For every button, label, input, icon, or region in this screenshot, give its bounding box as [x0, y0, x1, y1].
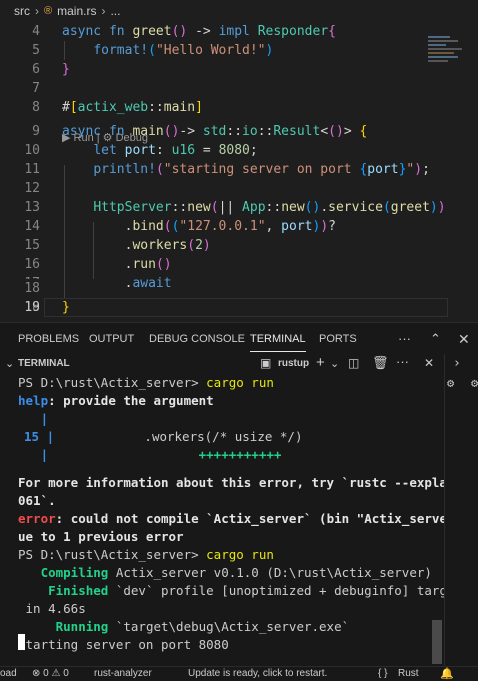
terminal-line: PS D:\rust\Actix_server> cargo run: [18, 547, 274, 562]
tab-ports[interactable]: PORTS: [319, 323, 357, 355]
terminal-line: ue to 1 previous error: [18, 529, 184, 544]
code-line: 10 let port: u16 = 8080;: [0, 141, 440, 160]
rust-file-icon: ®: [44, 5, 53, 17]
terminal-line: Finished `dev` profile [unoptimized + de…: [18, 583, 444, 598]
terminal-header: ⌄ TERMINAL ▣ rustup + ⌄ ◫ 🗑 ··· ✕: [0, 354, 444, 374]
terminal-line: 15 | .workers(/* usize */): [24, 429, 303, 444]
split-terminal-icon[interactable]: ◫: [348, 356, 359, 370]
status-bar: oad ⊗ 0 ⚠ 0 rust-analyzer Update is read…: [0, 666, 478, 681]
terminal-instance-icon[interactable]: ⚙: [447, 376, 454, 390]
code-line: 11 println!("starting server on port {po…: [0, 160, 440, 179]
line-number: 5: [32, 43, 40, 58]
breadcrumb: src › ® main.rs › ...: [0, 0, 478, 22]
bell-icon[interactable]: 🔔: [440, 667, 454, 681]
terminal-line: PS D:\rust\Actix_server> cargo run: [18, 375, 274, 390]
line-number: 8: [32, 100, 40, 115]
terminal-output[interactable]: PS D:\rust\Actix_server> cargo run help:…: [0, 374, 444, 666]
tab-problems[interactable]: PROBLEMS: [18, 323, 79, 355]
line-number: 13: [24, 200, 40, 215]
code-line: 8 #[actix_web::main]: [0, 98, 440, 117]
code-line: 7: [0, 79, 440, 98]
settings-icon[interactable]: ⚙: [471, 376, 478, 390]
code-line: 9 async fn main()-> std::io::Result<()> {: [0, 122, 440, 141]
more-actions-icon[interactable]: ···: [398, 323, 411, 355]
terminal-line: error: could not compile `Actix_server` …: [18, 511, 444, 526]
minimap[interactable]: [428, 36, 466, 76]
trash-icon[interactable]: 🗑: [372, 355, 389, 371]
terminal-line: | +++++++++++: [18, 447, 282, 462]
line-number: 14: [24, 219, 40, 234]
terminal-line: |: [18, 411, 49, 426]
code-line: 16 .run(): [0, 255, 440, 274]
terminal-line: For more information about this error, t…: [18, 475, 444, 490]
code-editor[interactable]: 4 async fn greet() -> impl Responder{ 5 f…: [0, 22, 478, 319]
more-actions-icon[interactable]: ···: [396, 354, 409, 369]
status-update[interactable]: Update is ready, click to restart.: [188, 667, 327, 681]
code-line: 5 format!("Hello World!"): [0, 41, 440, 60]
maximize-panel-icon[interactable]: ⌃: [430, 323, 441, 355]
status-rust-analyzer[interactable]: rust-analyzer: [94, 667, 152, 681]
code-line: 12: [0, 179, 440, 198]
terminal-line: Running `target\debug\Actix_server.exe`: [18, 619, 350, 634]
terminal-scrollbar[interactable]: [432, 620, 442, 664]
code-line: 15 .workers(2): [0, 236, 440, 255]
line-number-current: 19: [24, 300, 40, 315]
code-line: 13 HttpServer::new(|| App::new().service…: [0, 198, 445, 217]
line-number: 7: [32, 81, 40, 96]
code-line: 6}: [0, 60, 440, 79]
terminal-line: 061`.: [18, 493, 56, 508]
terminal-section-title[interactable]: TERMINAL: [18, 358, 70, 369]
terminal-shell-name[interactable]: rustup: [278, 358, 309, 369]
terminal-side-panel: › ⚙ ⚙: [444, 354, 478, 666]
close-panel-icon[interactable]: ✕: [458, 323, 470, 355]
line-number: 18: [0, 279, 40, 298]
line-number: 12: [24, 181, 40, 196]
terminal-cursor: [18, 634, 25, 650]
line-number: 10: [24, 143, 40, 158]
line-number: 6: [32, 62, 40, 77]
chevron-down-icon[interactable]: ⌄: [330, 357, 339, 370]
line-number: 9: [32, 124, 40, 139]
chevron-right-icon: ›: [35, 4, 39, 18]
tab-output[interactable]: OUTPUT: [89, 323, 134, 355]
chevron-right-icon[interactable]: ›: [453, 356, 461, 371]
tab-debug-console[interactable]: DEBUG CONSOLE: [149, 323, 245, 355]
editor-scrollbar[interactable]: [466, 22, 478, 319]
chevron-right-icon: ›: [101, 4, 106, 18]
terminal-line: in 4.66s: [18, 601, 86, 616]
current-line-highlight: [44, 298, 448, 317]
line-number: 15: [24, 238, 40, 253]
chevron-down-icon[interactable]: ⌄: [5, 357, 14, 370]
new-terminal-icon[interactable]: +: [316, 354, 325, 371]
line-number: 11: [24, 162, 40, 177]
line-number: 16: [24, 257, 40, 272]
code-line: 4 async fn greet() -> impl Responder{: [0, 22, 440, 41]
panel-tab-bar: PROBLEMS OUTPUT DEBUG CONSOLE TERMINAL P…: [0, 322, 478, 355]
close-icon[interactable]: ✕: [424, 356, 434, 370]
line-number: 4: [32, 24, 40, 39]
terminal-line: Compiling Actix_server v0.1.0 (D:\rust\A…: [18, 565, 432, 580]
status-left-item[interactable]: oad: [0, 667, 17, 681]
terminal-shell-icon: ▣: [260, 356, 272, 370]
code-line: 17 .await: [0, 274, 440, 293]
breadcrumb-more[interactable]: ...: [110, 4, 120, 18]
terminal-line: starting server on port 8080: [18, 637, 229, 652]
code-line: 14 .bind(("127.0.0.1", port))?: [0, 217, 440, 236]
status-language[interactable]: Rust: [398, 667, 419, 681]
breadcrumb-folder[interactable]: src: [14, 4, 30, 18]
terminal-line: help: provide the argument: [18, 393, 214, 408]
breadcrumb-file[interactable]: main.rs: [57, 4, 96, 18]
status-braces-icon[interactable]: { }: [378, 667, 387, 681]
tab-terminal[interactable]: TERMINAL: [250, 323, 306, 355]
status-problems[interactable]: ⊗ 0 ⚠ 0: [32, 667, 69, 681]
